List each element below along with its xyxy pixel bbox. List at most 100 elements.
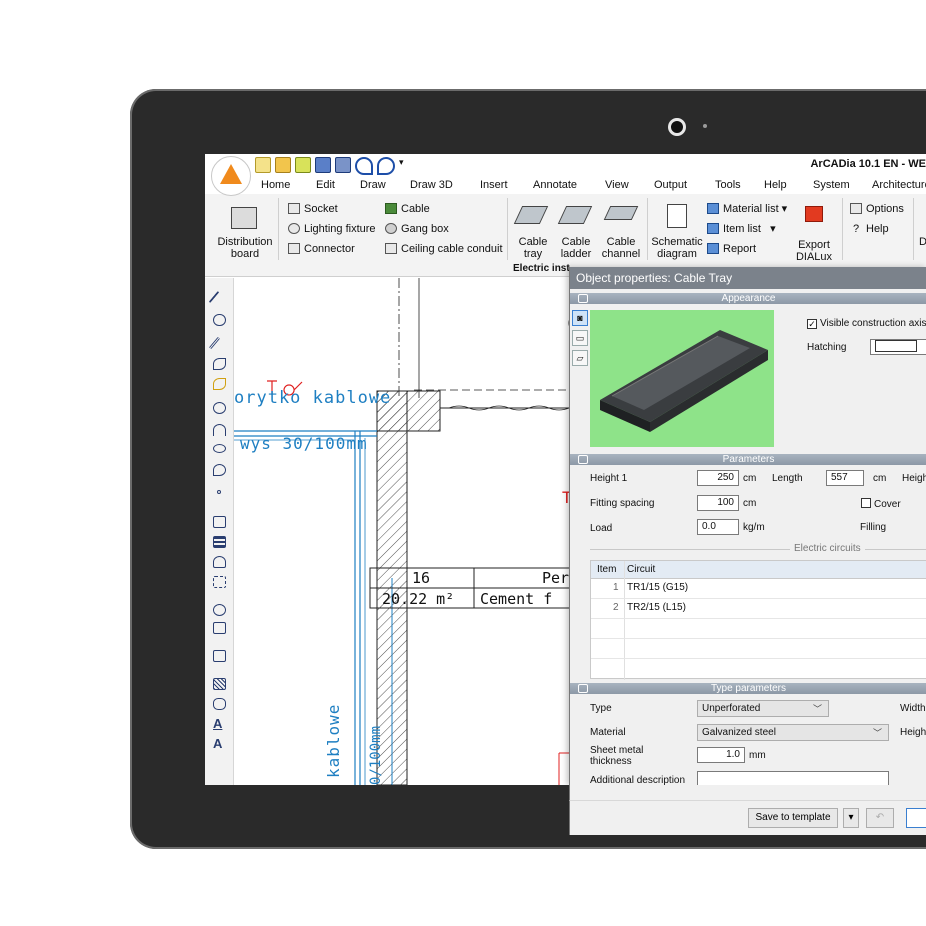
distribution-board-button[interactable]: Distribution board: [215, 236, 275, 260]
socket-button[interactable]: Socket: [288, 203, 338, 215]
table-row[interactable]: 1 TR1/15 (G15): [591, 578, 926, 599]
menu-draw-3d[interactable]: Draw 3D: [410, 179, 453, 191]
rectangle-tool-icon[interactable]: [213, 516, 226, 528]
material-list-button[interactable]: Material list ▾: [707, 203, 787, 215]
menu-annotate[interactable]: Annotate: [533, 179, 577, 191]
menu-help[interactable]: Help: [764, 179, 787, 191]
hatching-combo[interactable]: [870, 339, 926, 355]
export-dialux-button[interactable]: Export DIALux: [789, 239, 839, 263]
visible-axis-check[interactable]: ✓: [807, 319, 817, 329]
boundary-tool-icon[interactable]: [213, 698, 226, 710]
double-line-tool-icon[interactable]: [208, 336, 221, 350]
length-input[interactable]: 557: [826, 470, 864, 486]
connector-button[interactable]: Connector: [288, 243, 355, 255]
item-list-button[interactable]: Item list ▾: [707, 223, 776, 235]
menu-view[interactable]: View: [605, 179, 629, 191]
undo-icon[interactable]: [355, 157, 373, 175]
save-icon[interactable]: [315, 157, 331, 173]
menu-edit[interactable]: Edit: [316, 179, 335, 191]
undo-icon: ↶: [875, 812, 885, 823]
cover-checkbox[interactable]: Cover: [861, 498, 901, 510]
ribbon-trailing-button[interactable]: D: [919, 236, 926, 248]
item-list-label: Item list: [723, 223, 761, 235]
drawing-label-dimensions: wys 30/100mm: [240, 434, 368, 453]
menu-architecture[interactable]: Architecture: [872, 179, 926, 191]
region-tool-icon[interactable]: [213, 576, 226, 588]
wipeout-tool-icon[interactable]: [213, 650, 226, 662]
ellipse-tool-icon[interactable]: [213, 444, 226, 453]
revcloud-tool-icon[interactable]: [213, 622, 226, 634]
length-unit: cm: [873, 473, 887, 484]
help-button[interactable]: ? Help: [850, 223, 889, 235]
options-button[interactable]: Options: [850, 203, 904, 215]
menu-system[interactable]: System: [813, 179, 850, 191]
report-button[interactable]: Report: [707, 243, 756, 255]
view-3d-icon[interactable]: ◙: [572, 310, 588, 326]
cover-check[interactable]: [861, 498, 871, 508]
cable-button[interactable]: Cable: [385, 203, 430, 215]
menu-tools[interactable]: Tools: [715, 179, 741, 191]
menu-home[interactable]: Home: [261, 179, 290, 191]
mtext-tool-icon[interactable]: A: [213, 737, 226, 750]
gang-box-button[interactable]: Gang box: [385, 223, 449, 235]
undo-button[interactable]: ↶: [866, 808, 894, 828]
pen-icon[interactable]: [295, 157, 311, 173]
text-tool-icon[interactable]: A: [213, 717, 226, 730]
lighting-fixture-button[interactable]: Lighting fixture: [288, 223, 376, 235]
view-box-icon[interactable]: ▱: [572, 350, 588, 366]
room-area: 20.22 m²: [382, 590, 455, 608]
material-select[interactable]: Galvanized steel ﹀: [697, 724, 889, 741]
circle-tool-icon[interactable]: [213, 402, 226, 414]
hatching-swatch: [875, 340, 917, 352]
description-input[interactable]: [697, 771, 889, 785]
qat-dropdown-icon[interactable]: ▾: [399, 157, 405, 171]
cable-channel-button[interactable]: Cable channel: [599, 236, 643, 260]
redo-icon[interactable]: [377, 157, 395, 175]
ok-button[interactable]: [906, 808, 926, 828]
app-screen: ▾ ArCADia 10.1 EN - WE Home Edit Draw Dr…: [205, 154, 926, 785]
cable-tray-button[interactable]: Cable tray: [515, 236, 551, 260]
polyline-tool-icon[interactable]: [213, 314, 226, 326]
title-bar: ▾ ArCADia 10.1 EN - WE: [205, 154, 926, 176]
thickness-input[interactable]: 1.0: [697, 747, 745, 763]
report-label: Report: [723, 243, 757, 255]
table-row[interactable]: [591, 638, 926, 659]
line-tool-icon[interactable]: [208, 290, 220, 304]
point-tool-icon[interactable]: [217, 490, 221, 494]
polygon-tool-icon[interactable]: [213, 556, 226, 568]
donut-tool-icon[interactable]: [213, 604, 226, 616]
load-input[interactable]: 0.0: [697, 519, 739, 535]
hatch-tool-icon[interactable]: [213, 678, 226, 690]
menu-insert[interactable]: Insert: [480, 179, 508, 191]
type-select[interactable]: Unperforated ﹀: [697, 700, 829, 717]
menu-draw[interactable]: Draw: [360, 179, 386, 191]
arc-tool-icon[interactable]: [213, 424, 226, 436]
multiline-tool-icon[interactable]: [213, 536, 226, 548]
object-properties-dialog: Object properties: Cable Tray Appearance…: [569, 267, 926, 785]
freehand-tool-icon[interactable]: [213, 378, 226, 390]
save-as-icon[interactable]: [335, 157, 351, 173]
section-type-parameters[interactable]: Type parameters: [570, 683, 926, 694]
ceiling-cable-conduit-button[interactable]: Ceiling cable conduit: [385, 243, 503, 255]
section-appearance[interactable]: Appearance: [570, 293, 926, 304]
menu-output[interactable]: Output: [654, 179, 687, 191]
open-file-icon[interactable]: [275, 157, 291, 173]
section-parameters[interactable]: Parameters: [570, 454, 926, 465]
table-row[interactable]: [591, 618, 926, 639]
schematic-diagram-button[interactable]: Schematic diagram: [651, 236, 703, 260]
save-template-dropdown[interactable]: ▾: [843, 808, 859, 828]
cable-ladder-button[interactable]: Cable ladder: [555, 236, 597, 260]
table-row[interactable]: 2 TR2/15 (L15): [591, 598, 926, 619]
elliptical-arc-tool-icon[interactable]: [213, 464, 226, 476]
save-to-template-button[interactable]: Save to template: [748, 808, 838, 828]
fitting-spacing-input[interactable]: 100: [697, 495, 739, 511]
visible-axis-checkbox[interactable]: ✓ Visible construction axis: [807, 318, 926, 329]
new-file-icon[interactable]: [255, 157, 271, 173]
dialog-title-bar[interactable]: Object properties: Cable Tray: [570, 267, 926, 289]
height1-input[interactable]: 250: [697, 470, 739, 486]
app-logo-icon[interactable]: [211, 156, 251, 196]
spline-tool-icon[interactable]: [213, 358, 226, 370]
gang-box-icon: [385, 223, 397, 234]
hatching-label: Hatching: [807, 342, 847, 353]
view-2d-icon[interactable]: ▭: [572, 330, 588, 346]
